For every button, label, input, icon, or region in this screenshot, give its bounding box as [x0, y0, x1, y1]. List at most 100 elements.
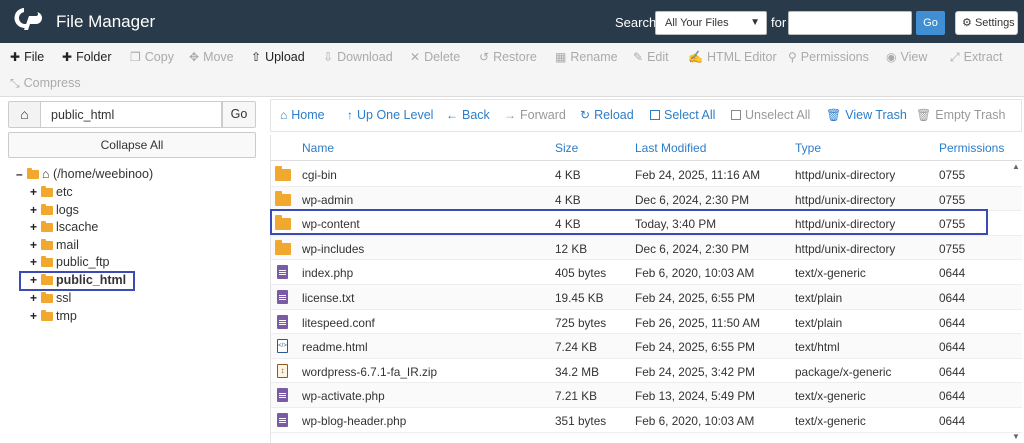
col-permissions-header[interactable]: Permissions [939, 141, 1004, 155]
cell-type: httpd/unix-directory [795, 241, 896, 256]
tree-item-mail[interactable]: + mail [30, 237, 79, 254]
forward-label: Forward [520, 108, 566, 122]
extract-button[interactable]: ⤢ Extract [950, 50, 1003, 65]
scroll-down-icon[interactable]: ▼ [1012, 432, 1020, 441]
table-row[interactable]: license.txt 19.45 KB Feb 24, 2025, 6:55 PM… [271, 285, 1022, 310]
html-editor-button[interactable]: ✍ HTML Editor [688, 50, 777, 64]
path-go-button[interactable]: Go [222, 101, 256, 128]
arrow-left-icon: ← [446, 108, 458, 122]
table-row[interactable]: index.php 405 bytes Feb 6, 2020, 10:03 AM t… [271, 260, 1022, 285]
tree-item-ssl[interactable]: + ssl [30, 290, 71, 307]
tree-item-label: ssl [56, 291, 72, 305]
cell-size: 34.2 MB [555, 364, 599, 379]
copy-button[interactable]: ❐ Copy [130, 50, 174, 64]
col-name-header[interactable]: Name [302, 141, 334, 155]
move-button[interactable]: ✥ Move [189, 50, 234, 64]
download-button[interactable]: ⇩ Download [323, 50, 393, 64]
select-all-button[interactable]: Select All [650, 108, 715, 122]
table-row[interactable]: </> readme.html 7.24 KB Feb 24, 2025, 6:55 … [271, 334, 1022, 359]
expand-icon: + [30, 220, 38, 234]
cell-name: wp-activate.php [302, 389, 385, 404]
tree-item-etc[interactable]: + etc [30, 184, 73, 201]
path-input[interactable]: public_html [41, 101, 222, 128]
view-trash-button[interactable]: 🗑 View Trash [826, 108, 907, 122]
new-folder-label: Folder [76, 50, 112, 64]
tree-root[interactable]: – ⌂ (/home/weebinoo) [16, 166, 153, 183]
cell-type: text/plain [795, 315, 843, 330]
scroll-up-icon[interactable]: ▲ [1012, 162, 1020, 171]
table-header: Name Size Last Modified Type Permissions [271, 135, 1022, 161]
cell-size: 351 bytes [555, 414, 607, 428]
empty-trash-button[interactable]: 🗑 Empty Trash [916, 108, 1005, 122]
tree-item-public-ftp[interactable]: + public_ftp [30, 254, 110, 271]
settings-button[interactable]: ⚙ Settings [955, 11, 1018, 35]
file-type-glyph [277, 290, 288, 304]
compress-button[interactable]: ⤡ Compress [10, 76, 81, 91]
table-row[interactable]: wp-admin 4 KB Dec 6, 2024, 2:30 PM httpd/un… [271, 186, 1022, 212]
table-row[interactable]: ↕ wordpress-6.7.1-fa_IR.zip 34.2 MB Feb 24,… [271, 359, 1022, 384]
forward-button[interactable]: → Forward [504, 108, 566, 122]
level-up-icon: ↑ [347, 108, 353, 122]
cell-modified: Dec 6, 2024, 2:30 PM [635, 192, 750, 207]
new-folder-button[interactable]: ✚ Folder [62, 50, 112, 64]
table-row[interactable]: wp-includes 12 KB Dec 6, 2024, 2:30 PM http… [271, 235, 1022, 261]
rename-button[interactable]: ▦ Rename [555, 50, 618, 64]
cell-size: 7.24 KB [555, 340, 597, 355]
nav-home-button[interactable]: ⌂ Home [280, 108, 325, 122]
col-modified-header[interactable]: Last Modified [635, 141, 706, 155]
compress-label: Compress [23, 76, 81, 90]
col-size-header[interactable]: Size [555, 141, 578, 155]
cell-perms: 0644 [939, 315, 966, 330]
tree-item-lscache[interactable]: + lscache [30, 219, 98, 236]
table-row[interactable]: wp-activate.php 7.21 KB Feb 13, 2024, 5:49… [271, 383, 1022, 408]
new-file-button[interactable]: ✚ File [10, 50, 44, 64]
search-input[interactable] [788, 11, 912, 35]
reload-button[interactable]: ↻ Reload [580, 108, 634, 122]
top-header: File Manager Search All Your Files ▼ for… [0, 0, 1024, 43]
restore-label: Restore [493, 50, 537, 64]
cell-perms: 0755 [939, 168, 966, 182]
table-row[interactable]: cgi-bin 4 KB Feb 24, 2025, 11:16 AM httpd/u… [271, 162, 1022, 187]
upload-button[interactable]: ⇧ Upload [251, 50, 305, 64]
table-row[interactable]: wp-blog-header.php 351 bytes Feb 6, 2020, … [271, 408, 1022, 433]
chevron-down-icon: ▼ [750, 17, 760, 28]
cell-size: 12 KB [555, 241, 588, 256]
permissions-button[interactable]: ⚲ Permissions [788, 50, 869, 64]
search-scope-select[interactable]: All Your Files ▼ [655, 11, 767, 35]
folder-icon [41, 239, 53, 250]
extract-label: Extract [963, 50, 1003, 64]
toolbar: ✚ File ✚ Folder ❐ Copy ✥ Move ⇧ Upload ⇩ Downl… [0, 43, 1024, 97]
cell-type: package/x-generic [795, 364, 892, 379]
cell-type: text/html [795, 340, 840, 355]
for-label: for [771, 15, 787, 30]
copy-label: Copy [144, 50, 174, 64]
permissions-label: Permissions [800, 50, 869, 64]
unselect-all-button[interactable]: Unselect All [731, 108, 810, 122]
folder-icon [41, 310, 53, 321]
trash-icon: 🗑 [826, 108, 842, 122]
search-go-button[interactable]: Go [916, 11, 945, 35]
view-trash-label: View Trash [845, 108, 907, 122]
tree-item-tmp[interactable]: + tmp [30, 308, 77, 325]
delete-button[interactable]: ✕ Delete [410, 50, 460, 64]
up-one-level-button[interactable]: ↑ Up One Level [347, 108, 433, 122]
edit-button[interactable]: ✎ Edit [633, 50, 669, 64]
file-type-glyph [277, 314, 288, 329]
cell-size: 7.21 KB [555, 389, 597, 404]
selected-folder-outline [19, 271, 135, 291]
back-button[interactable]: ← Back [446, 108, 490, 122]
tree-item-logs[interactable]: + logs [30, 202, 79, 219]
table-row[interactable]: litespeed.conf 725 bytes Feb 26, 2025, 11:… [271, 310, 1022, 335]
cell-modified: Feb 24, 2025, 6:55 PM [635, 291, 756, 305]
col-type-header[interactable]: Type [795, 141, 821, 155]
home-button[interactable]: ⌂ [8, 101, 41, 128]
cell-modified: Feb 24, 2025, 3:42 PM [635, 364, 756, 379]
cell-name: readme.html [302, 340, 368, 355]
checkbox-checked-icon [650, 110, 660, 120]
collapse-all-button[interactable]: Collapse All [8, 132, 256, 158]
new-file-label: File [24, 50, 45, 64]
restore-button[interactable]: ↺ Restore [479, 50, 537, 64]
select-all-label: Select All [664, 108, 716, 122]
view-button[interactable]: ◉ View [886, 50, 927, 64]
file-type-glyph [275, 190, 291, 206]
